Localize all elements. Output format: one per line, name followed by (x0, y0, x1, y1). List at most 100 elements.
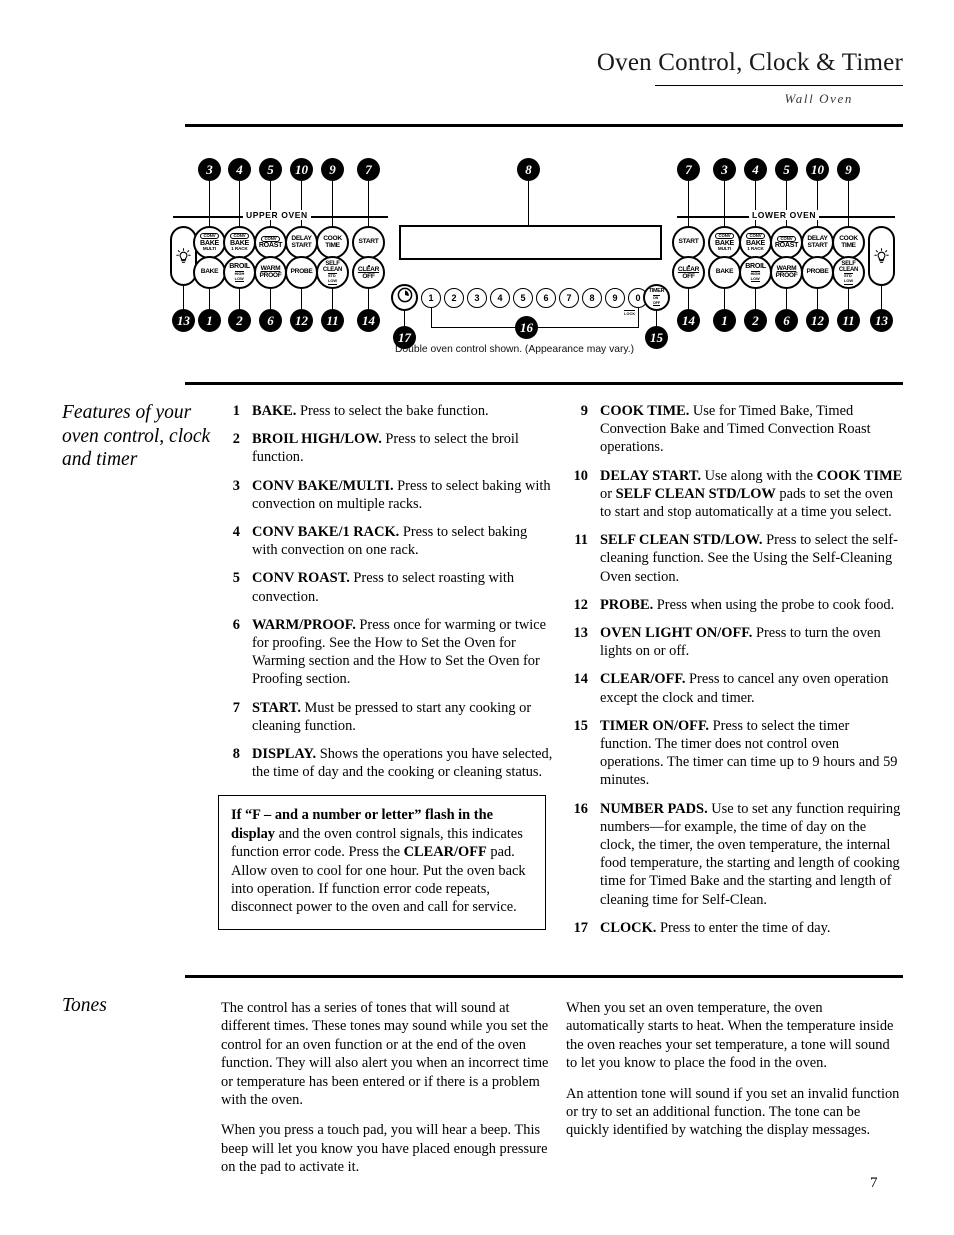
numpad-8[interactable]: 8 (582, 288, 602, 308)
pad-conv-roast[interactable]: CONV ROAST (254, 226, 287, 259)
leader-line (755, 289, 757, 310)
leader-line (656, 311, 658, 327)
callout-15: 15 (645, 326, 668, 349)
feature-item-text: DISPLAY. Shows the operations you have s… (252, 746, 553, 781)
top-divider (185, 124, 903, 127)
callout-11: 11 (321, 309, 344, 332)
pad-cook-time[interactable]: COOK TIME (316, 226, 349, 259)
lower-oven-light-pad[interactable] (868, 226, 895, 286)
feature-item-text: CONV ROAST. Press to select roasting wit… (252, 570, 515, 605)
pad-delay-start-lower[interactable]: DELAY START (801, 226, 834, 259)
numpad-4[interactable]: 4 (490, 288, 510, 308)
pad-clear-off-lower[interactable]: CLEAR OFF (672, 256, 705, 289)
pad-self-clean[interactable]: SELF CLEAN STD LOW (316, 256, 349, 289)
feature-item-16: 16 NUMBER PADS. Use to set any function r… (566, 800, 904, 909)
feature-item-14: 14 CLEAR/OFF. Press to cancel any oven op… (566, 670, 904, 706)
feature-item-title: PROBE. (600, 596, 654, 613)
feature-item-number: 15 (573, 717, 588, 734)
feature-item-6: 6 WARM/PROOF. Press once for warming or t… (218, 616, 554, 689)
leader-line (404, 311, 406, 327)
feature-item-text: BROIL HIGH/LOW. Press to select the broi… (252, 431, 519, 466)
pad-line-2: TIME (325, 241, 340, 249)
feature-item-title: WARM/PROOF. (252, 616, 356, 633)
features-divider (185, 382, 903, 385)
pad-bake-lower[interactable]: BAKE (708, 256, 741, 289)
feature-item-title: START. (252, 699, 301, 716)
pad-line-3: LOW (750, 275, 760, 281)
callout-12: 12 (290, 309, 313, 332)
pad-delay-start[interactable]: DELAY START (285, 226, 318, 259)
leader-line (301, 181, 303, 227)
feature-item-title: TIMER ON/OFF. (600, 717, 710, 734)
pad-line-1: BROIL (745, 262, 766, 271)
callout-6-lower: 6 (775, 309, 798, 332)
leader-line (332, 289, 334, 310)
pad-clock[interactable] (391, 284, 418, 311)
feature-item-title: OVEN LIGHT ON/OFF. (600, 625, 753, 642)
pad-line-3: LOW (234, 275, 244, 281)
feature-item-number: 6 (232, 616, 240, 633)
feature-item-title: CLEAR/OFF. (600, 671, 686, 688)
pad-clear-off[interactable]: CLEAR OFF (352, 256, 385, 289)
pad-conv-bake-multi-lower[interactable]: CONV BAKE MULTI (708, 226, 741, 259)
feature-item-number: 11 (574, 532, 588, 549)
feature-item-1: 1 BAKE. Press to select the bake function… (218, 402, 554, 420)
pad-conv-roast-lower[interactable]: CONV ROAST (770, 226, 803, 259)
leader-line (638, 308, 640, 328)
pad-line-2: ROAST (774, 241, 799, 250)
pad-probe[interactable]: PROBE (285, 256, 318, 289)
pad-conv-bake-1rack[interactable]: CONV BAKE 1 RACK (223, 226, 256, 259)
pad-start[interactable]: START (352, 226, 385, 259)
feature-item-13: 13 OVEN LIGHT ON/OFF. Press to turn the o… (566, 624, 904, 660)
numpad-7[interactable]: 7 (559, 288, 579, 308)
tones-divider (185, 975, 903, 978)
callout-1: 1 (198, 309, 221, 332)
pad-broil-high-low-lower[interactable]: BROIL HIGH LOW (739, 256, 772, 289)
pad-line-2: ROAST (258, 241, 283, 250)
lower-oven-label: LOWER OVEN (749, 210, 820, 220)
pad-stack: STD LOW (327, 273, 338, 285)
note-emphasis: CLEAR/OFF (403, 844, 487, 861)
leader-line (817, 289, 819, 310)
leader-line (239, 289, 241, 310)
pad-start-lower[interactable]: START (672, 226, 705, 259)
numpad-1[interactable]: 1 (421, 288, 441, 308)
numpad-5[interactable]: 5 (513, 288, 533, 308)
feature-item-number: 14 (573, 671, 588, 688)
feature-item-text: CLOCK. Press to enter the time of day. (600, 919, 831, 936)
tones-left-paragraph: When you press a touch pad, you will hea… (221, 1122, 548, 1176)
feature-item-text: PROBE. Press when using the probe to coo… (600, 596, 895, 613)
feature-item-emphasis: COOK TIME (816, 467, 903, 484)
pad-line-1: PROBE (290, 268, 313, 276)
pad-warm-proof[interactable]: WARM PROOF (254, 256, 287, 289)
feature-item-number: 9 (580, 403, 588, 419)
callout-12-lower: 12 (806, 309, 829, 332)
feature-item-title: BROIL HIGH/LOW. (252, 431, 382, 448)
leader-line (209, 181, 211, 227)
pad-probe-lower[interactable]: PROBE (801, 256, 834, 289)
pad-line-2: TIME (841, 241, 856, 249)
pad-cook-time-lower[interactable]: COOK TIME (832, 226, 865, 259)
leader-line (688, 181, 690, 227)
error-code-note: If “F – and a number or letter” flash in… (218, 795, 546, 930)
numpad-3[interactable]: 3 (467, 288, 487, 308)
numpad-2[interactable]: 2 (444, 288, 464, 308)
feature-item-number: 17 (573, 919, 588, 936)
leader-line (786, 289, 788, 310)
numpad-6[interactable]: 6 (536, 288, 556, 308)
feature-item-text: WARM/PROOF. Press once for warming or tw… (252, 616, 547, 688)
feature-item-11: 11 SELF CLEAN STD/LOW. Press to select th… (566, 531, 904, 586)
pad-self-clean-lower[interactable]: SELF CLEAN STD LOW (832, 256, 865, 289)
feature-item-number: 1 (232, 403, 240, 419)
pad-bake[interactable]: BAKE (193, 256, 226, 289)
pad-conv-bake-1rack-lower[interactable]: CONV BAKE 1 RACK (739, 226, 772, 259)
pad-warm-proof-lower[interactable]: WARM PROOF (770, 256, 803, 289)
callout-14: 14 (357, 309, 380, 332)
feature-item-number: 5 (232, 570, 240, 587)
feature-item-number: 2 (232, 431, 240, 448)
pad-broil-high-low[interactable]: BROIL HIGH LOW (223, 256, 256, 289)
pad-timer-on-off[interactable]: TIMER ON OFF (643, 284, 670, 311)
callout-3: 3 (198, 158, 221, 181)
pad-conv-bake-multi[interactable]: CONV BAKE MULTI (193, 226, 226, 259)
numpad-9[interactable]: 9 (605, 288, 625, 308)
